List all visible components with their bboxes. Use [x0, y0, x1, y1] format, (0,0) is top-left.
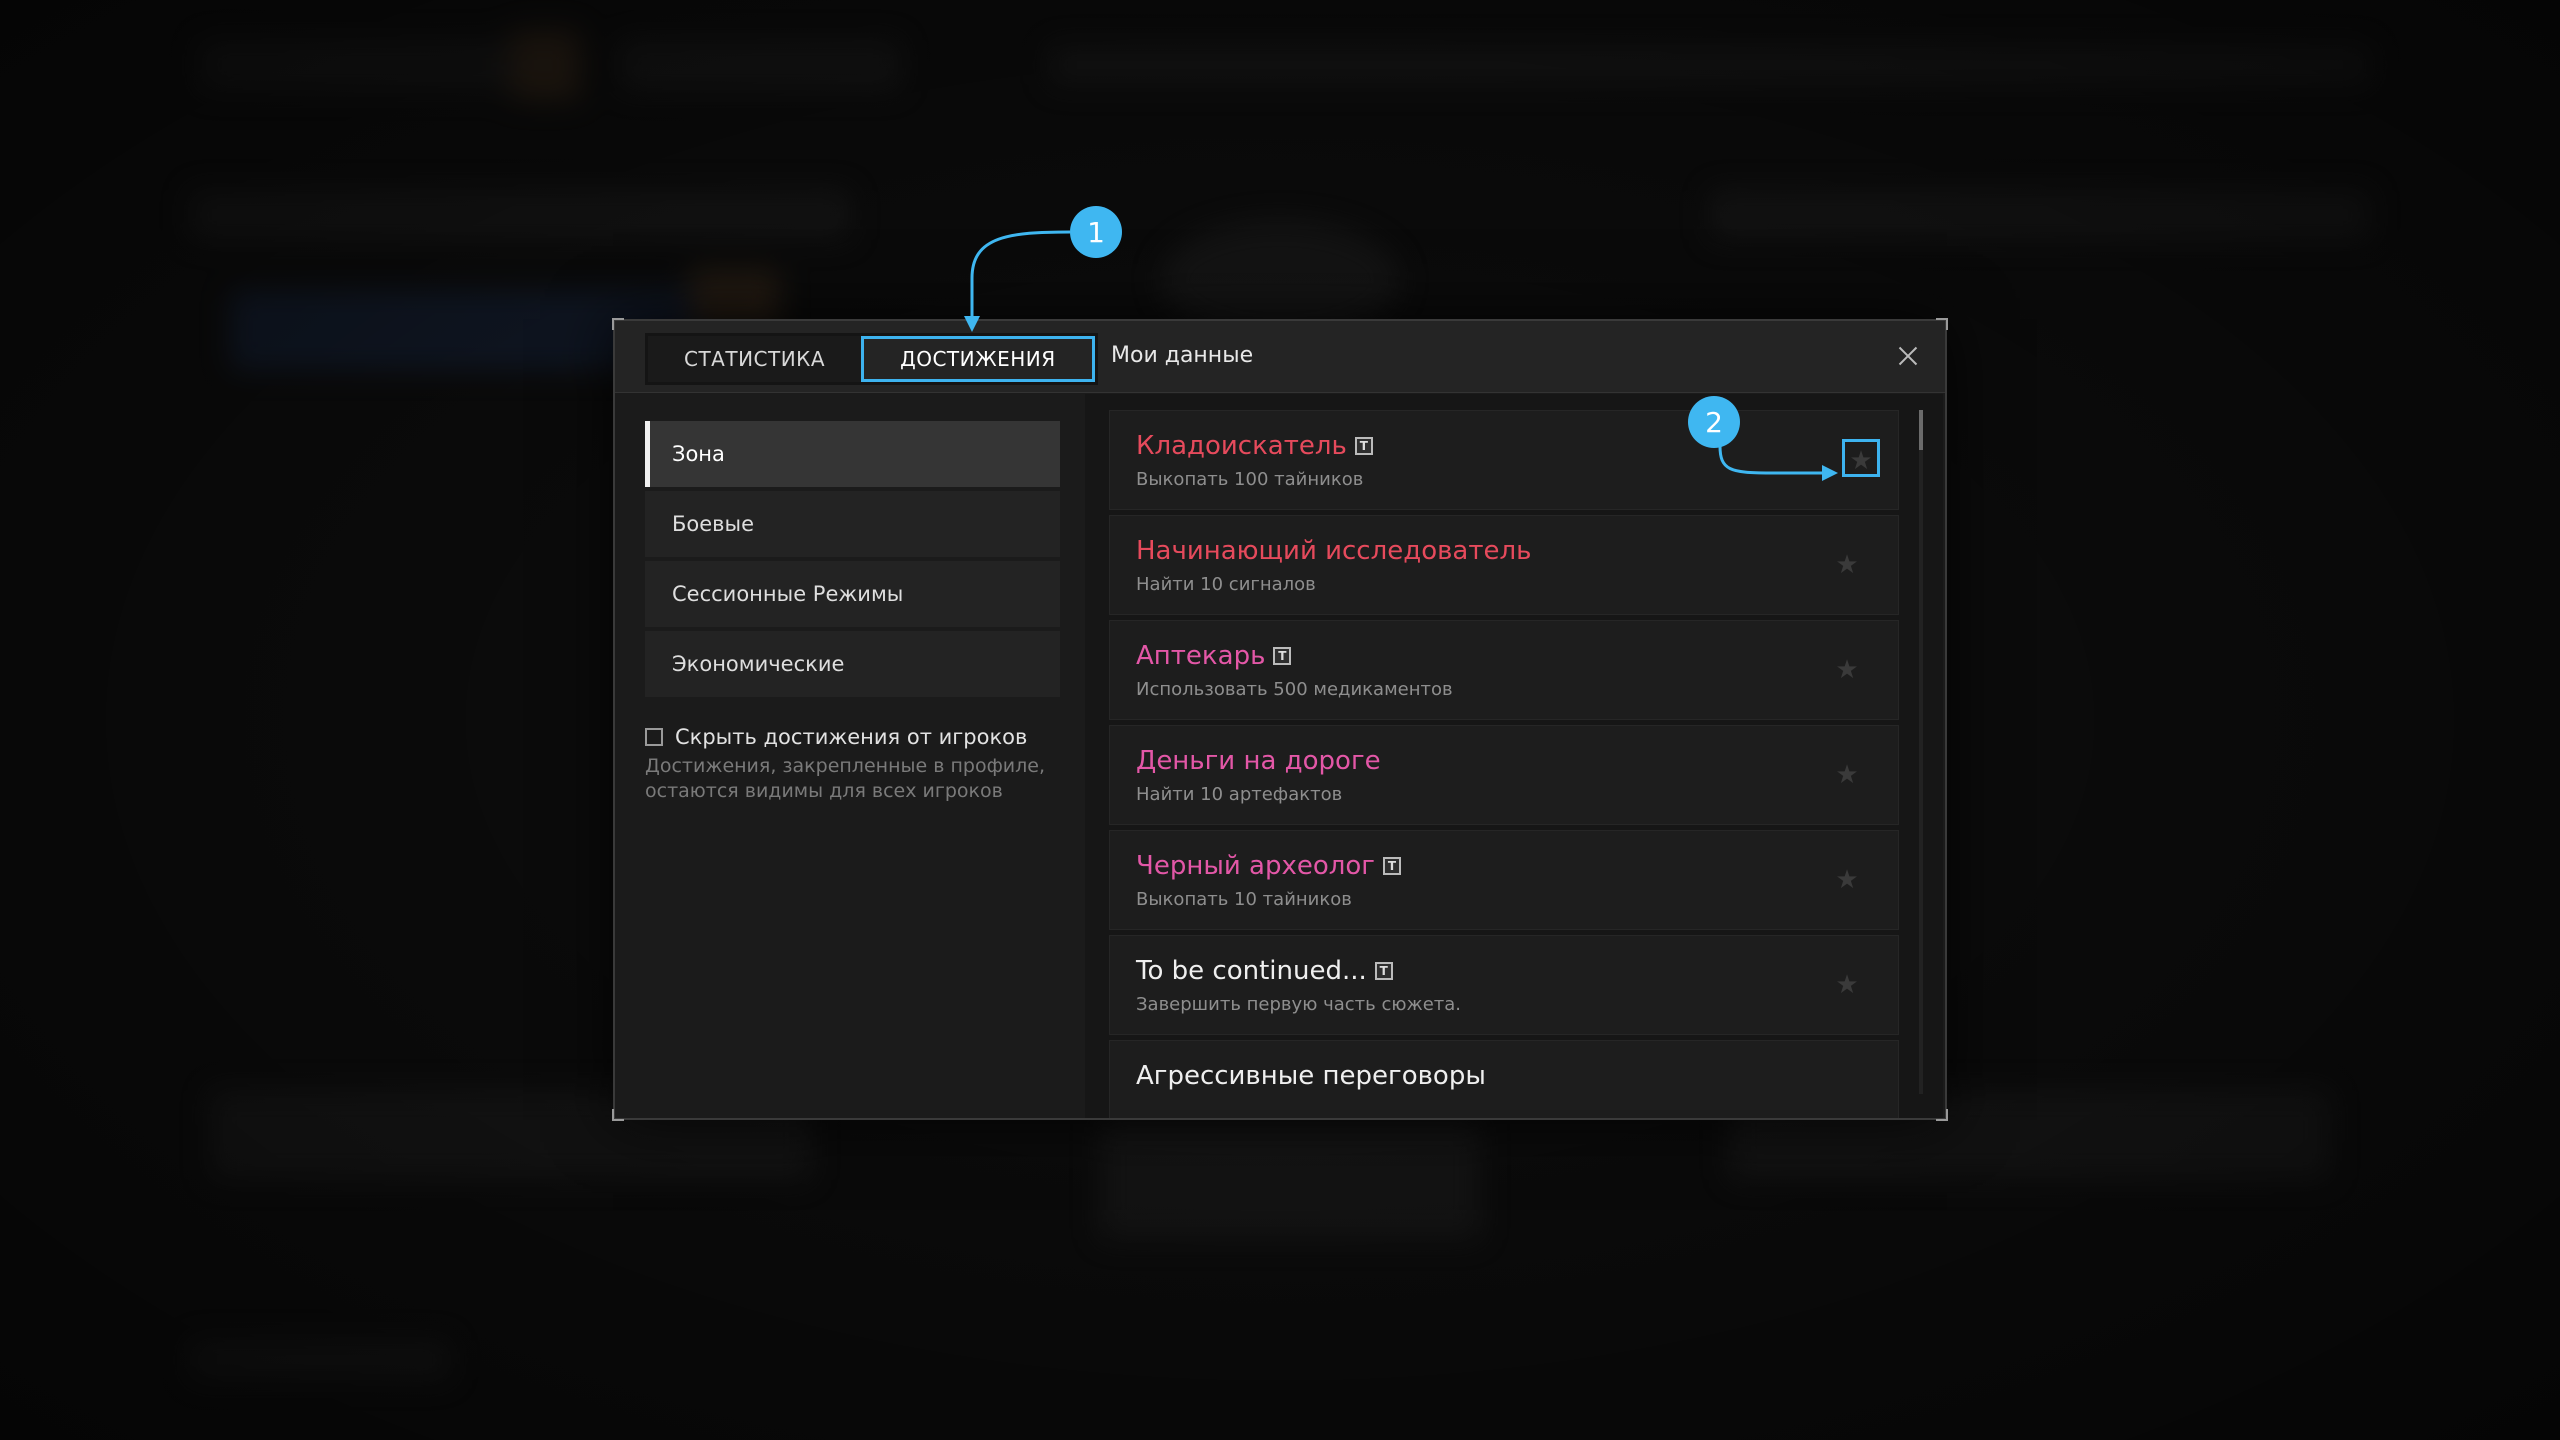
scroll-thumb[interactable]: [1919, 410, 1923, 450]
achievement-title: Аптекарь T: [1136, 641, 1292, 671]
achievement-title-text: Начинающий исследователь: [1136, 536, 1532, 566]
achievement-description: Найти 10 сигналов: [1136, 574, 1316, 595]
achievement-list: Кладоискатель T Выкопать 100 тайников ★ …: [1085, 394, 1943, 1118]
achievement-item[interactable]: Деньги на дороге Найти 10 артефактов ★: [1109, 725, 1899, 825]
category-list: Зона Боевые Сессионные Режимы Экономичес…: [645, 421, 1060, 701]
achievement-title: Деньги на дороге: [1136, 746, 1381, 776]
pin-star-icon[interactable]: ★: [1830, 760, 1864, 790]
trophy-badge-icon: T: [1382, 857, 1401, 875]
achievement-item[interactable]: Черный археолог T Выкопать 10 тайников ★: [1109, 830, 1899, 930]
achievement-description: Завершить первую часть сюжета.: [1136, 994, 1462, 1015]
category-session-modes[interactable]: Сессионные Режимы: [645, 561, 1060, 627]
achievement-item[interactable]: Кладоискатель T Выкопать 100 тайников ★: [1109, 410, 1899, 510]
pin-star-icon[interactable]: ★: [1830, 865, 1864, 895]
tab-statistics[interactable]: СТАТИСТИКА: [648, 336, 862, 382]
pin-star-icon[interactable]: ★: [1830, 655, 1864, 685]
callout-badge-2: 2: [1688, 396, 1740, 448]
pin-star-icon[interactable]: ★: [1842, 439, 1880, 477]
tab-achievements[interactable]: ДОСТИЖЕНИЯ: [861, 336, 1095, 382]
trophy-badge-icon: T: [1374, 962, 1393, 980]
pin-star-icon[interactable]: ★: [1830, 970, 1864, 1000]
corner-mark: [612, 1109, 624, 1121]
achievement-description: Использовать 500 медикаментов: [1136, 679, 1453, 700]
hide-achievements-description: Достижения, закрепленные в профиле, оста…: [645, 755, 1046, 802]
achievement-title-text: Агрессивные переговоры: [1136, 1061, 1486, 1091]
achievement-title: Начинающий исследователь: [1136, 536, 1531, 566]
achievement-title-text: Аптекарь: [1136, 641, 1266, 671]
achievement-item[interactable]: Начинающий исследователь Найти 10 сигнал…: [1109, 515, 1899, 615]
category-economic[interactable]: Экономические: [645, 631, 1060, 697]
category-zone[interactable]: Зона: [645, 421, 1060, 487]
achievement-description: Выкопать 10 тайников: [1136, 889, 1352, 910]
achievement-title: Агрессивные переговоры: [1136, 1061, 1486, 1091]
achievement-item[interactable]: Аптекарь T Использовать 500 медикаментов…: [1109, 620, 1899, 720]
achievement-item[interactable]: Агрессивные переговоры: [1109, 1040, 1899, 1118]
pin-star-icon[interactable]: ★: [1830, 550, 1864, 580]
hide-achievements-toggle[interactable]: Скрыть достижения от игроков: [645, 725, 1027, 749]
my-data-modal: СТАТИСТИКА ДОСТИЖЕНИЯ Мои данные Зона Бо…: [612, 318, 1948, 1121]
achievement-title: To be continued... T: [1136, 956, 1393, 986]
scrollbar[interactable]: [1919, 410, 1923, 1094]
achievement-title-text: Черный археолог: [1136, 851, 1375, 881]
achievement-title: Кладоискатель T: [1136, 431, 1373, 461]
achievement-title: Черный археолог T: [1136, 851, 1401, 881]
modal-header: СТАТИСТИКА ДОСТИЖЕНИЯ Мои данные: [615, 321, 1945, 393]
category-combat[interactable]: Боевые: [645, 491, 1060, 557]
hide-achievements-checkbox[interactable]: [645, 728, 663, 746]
close-icon[interactable]: [1891, 339, 1925, 373]
modal-title: Мои данные: [1111, 343, 1254, 368]
achievement-description: Найти 10 артефактов: [1136, 784, 1343, 805]
achievement-title-text: To be continued...: [1136, 956, 1367, 986]
callout-badge-1: 1: [1070, 206, 1122, 258]
trophy-badge-icon: T: [1354, 437, 1373, 455]
achievement-title-text: Деньги на дороге: [1136, 746, 1381, 776]
achievement-title-text: Кладоискатель: [1136, 431, 1347, 461]
trophy-badge-icon: T: [1273, 647, 1292, 665]
achievement-item[interactable]: To be continued... T Завершить первую ча…: [1109, 935, 1899, 1035]
tab-bar: СТАТИСТИКА ДОСТИЖЕНИЯ: [645, 333, 1098, 385]
achievement-description: Выкопать 100 тайников: [1136, 469, 1364, 490]
hide-achievements-label: Скрыть достижения от игроков: [675, 725, 1028, 749]
